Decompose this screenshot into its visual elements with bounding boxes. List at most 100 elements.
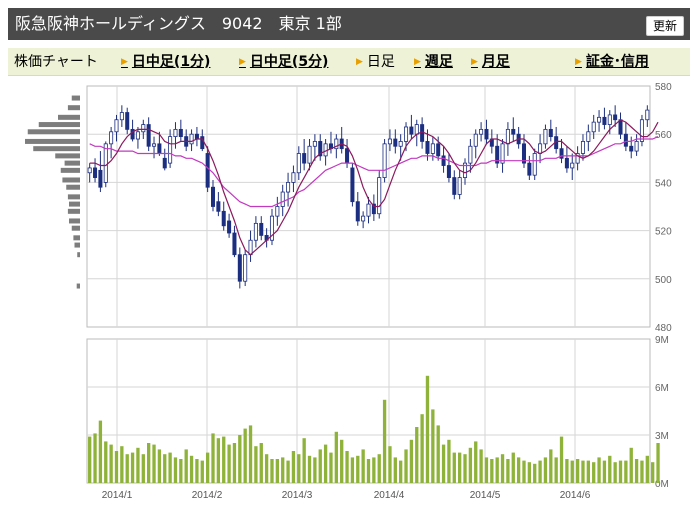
volume-bar (307, 455, 312, 483)
candle-body (216, 201, 221, 212)
volume-bar (232, 443, 237, 483)
candle-body (323, 143, 328, 157)
volume-bar (441, 444, 446, 483)
candle-body (436, 143, 441, 157)
x-tick-label: 2014/1 (102, 490, 133, 501)
x-tick-label: 2014/3 (282, 490, 313, 501)
volume-bar (350, 457, 355, 483)
volume-profile-bar (58, 114, 80, 120)
volume-bar (152, 444, 156, 483)
volume-bar (393, 457, 397, 483)
volume-bar (275, 459, 280, 483)
candle-body (157, 143, 162, 154)
candle-body (162, 157, 167, 169)
volume-bar (425, 375, 430, 483)
volume-bar (163, 454, 167, 483)
candle-body (484, 128, 489, 140)
candle-body (629, 145, 634, 152)
price-tick-label: 580 (655, 82, 672, 93)
candle-body (511, 128, 516, 135)
volume-bar (366, 459, 371, 483)
volume-bar (656, 443, 660, 483)
candle-body (393, 138, 398, 147)
volume-bar (318, 449, 322, 483)
volume-bar (372, 457, 376, 483)
volume-profile-bar (64, 160, 80, 166)
volume-profile-bar (27, 129, 80, 135)
candle-body (280, 191, 285, 207)
candle-body (570, 162, 575, 169)
candle-body (253, 222, 258, 241)
candle-body (430, 143, 435, 154)
volume-bar (168, 452, 172, 483)
volume-bar (356, 455, 360, 483)
volume-profile-bar (74, 242, 80, 248)
volume-bar (281, 457, 285, 483)
candle-body (505, 128, 510, 145)
candle-body (87, 167, 92, 174)
volume-bar (98, 420, 103, 483)
volume-profile-bar (76, 283, 80, 289)
candle-body (178, 128, 183, 138)
volume-bar (570, 460, 574, 483)
volume-bar (302, 438, 306, 483)
volume-bar (592, 462, 596, 483)
volume-bar (254, 446, 258, 483)
volume-profile-bar (33, 146, 80, 152)
volume-bar (420, 414, 424, 483)
volume-profile-bar (62, 177, 80, 183)
candle-body (420, 124, 425, 142)
volume-bar (334, 431, 338, 483)
volume-bar (130, 452, 135, 483)
volume-profile-bar (71, 225, 80, 231)
volume-bar (404, 449, 408, 483)
volume-bar (490, 459, 494, 483)
volume-bar (238, 435, 242, 483)
volume-bar (474, 441, 478, 483)
candle-body (355, 201, 360, 222)
volume-bar (286, 460, 290, 483)
volume-tick-label: 9M (655, 335, 669, 346)
volume-tick-label: 3M (655, 431, 669, 442)
candle-body (613, 114, 618, 121)
candle-body (398, 141, 403, 147)
candle-body (366, 203, 371, 217)
volume-bar (88, 436, 92, 483)
price-tick-label: 500 (655, 275, 672, 286)
volume-bar (624, 460, 628, 483)
candle-body (259, 222, 264, 236)
volume-profile-bar (77, 252, 80, 258)
volume-bar (651, 462, 655, 483)
candle-body (243, 254, 248, 282)
candle-body (414, 124, 419, 135)
volume-bar (586, 460, 591, 483)
candle-body (580, 141, 585, 154)
candle-body (607, 114, 612, 125)
volume-bar (291, 451, 296, 483)
volume-bar (297, 454, 301, 483)
candle-body (109, 131, 114, 145)
candle-body (152, 143, 157, 147)
candle-body (425, 141, 430, 154)
candle-body (618, 119, 623, 135)
candle-body (350, 167, 355, 203)
volume-bar (259, 443, 263, 483)
volume-profile-bar (73, 235, 80, 241)
candle-body (382, 143, 387, 178)
volume-bar (452, 452, 456, 483)
volume-bar (270, 459, 274, 483)
candle-body (468, 145, 473, 164)
candle-body (387, 138, 392, 145)
volume-bar (173, 457, 178, 483)
candle-body (527, 162, 532, 176)
volume-bar (543, 457, 548, 483)
x-tick-label: 2014/5 (470, 490, 501, 501)
candle-body (119, 112, 124, 121)
volume-profile-bar (69, 201, 80, 207)
volume-bar (361, 449, 365, 483)
volume-bar (565, 459, 569, 483)
candle-body (548, 128, 553, 138)
volume-bar (516, 457, 521, 483)
volume-profile-bar (67, 208, 80, 214)
volume-bar (104, 441, 108, 483)
